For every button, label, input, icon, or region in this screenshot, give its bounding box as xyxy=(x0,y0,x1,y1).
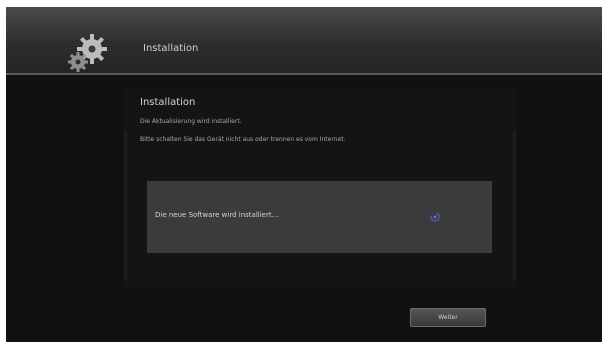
panel-title: Installation xyxy=(140,97,196,108)
warning-text: Bitte schalten Sie das Gerät nicht aus o… xyxy=(140,136,346,143)
progress-text: Die neue Software wird installiert… xyxy=(155,211,279,219)
panel-left-edge xyxy=(124,131,127,281)
update-status-text: Die Aktualisierung wird installiert. xyxy=(140,118,242,125)
header-title: Installation xyxy=(143,43,199,54)
header-bar: Installation xyxy=(6,7,602,75)
progress-box: Die neue Software wird installiert… xyxy=(147,181,492,253)
installation-panel: Installation Die Aktualisierung wird ins… xyxy=(124,87,516,289)
spinner-icon xyxy=(430,212,440,222)
gear-icon xyxy=(68,34,107,72)
tv-screen: Installation Installation Die Aktualisie… xyxy=(6,7,602,342)
weiter-button[interactable]: Weiter xyxy=(410,308,486,327)
panel-right-edge xyxy=(513,131,516,281)
